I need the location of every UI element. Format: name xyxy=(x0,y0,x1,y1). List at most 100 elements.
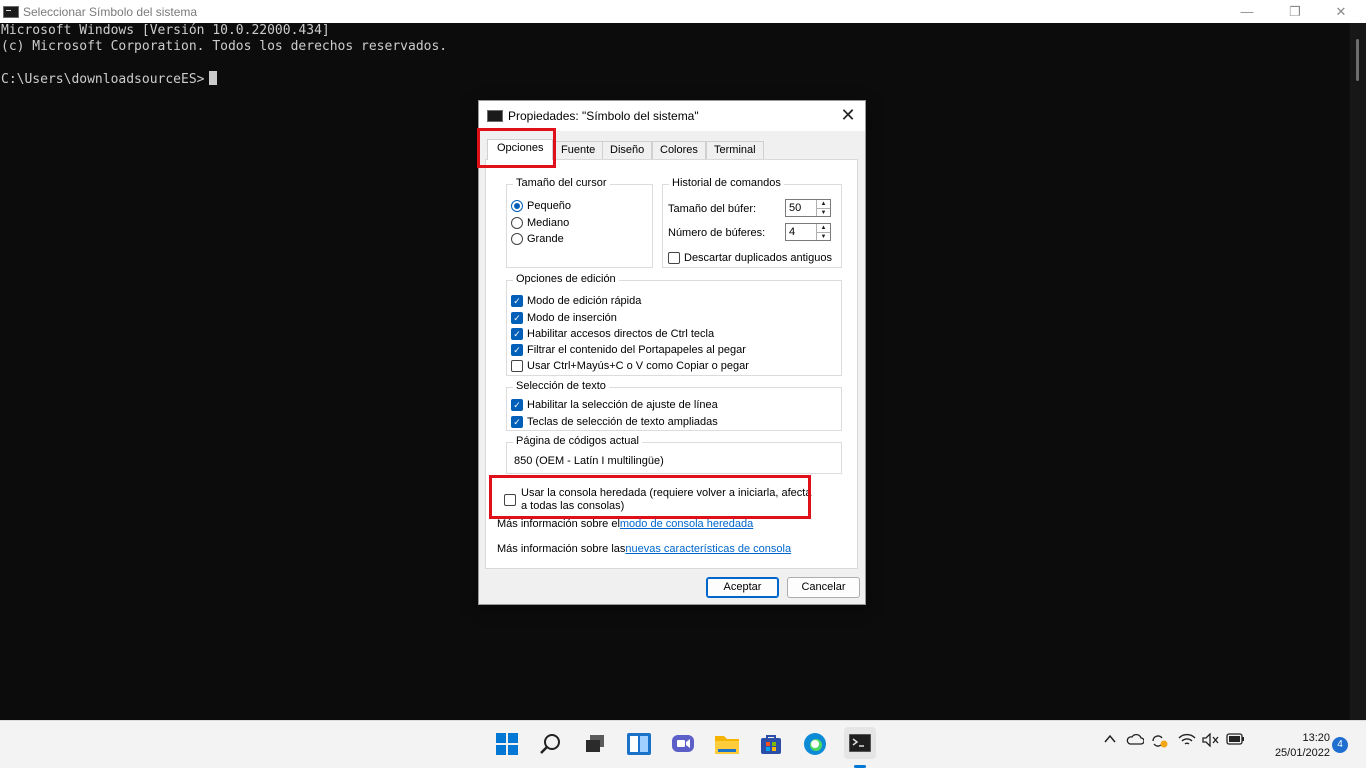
stepper-up-icon[interactable]: ▲ xyxy=(817,224,830,233)
task-view-icon[interactable] xyxy=(580,729,610,759)
legacy-console-label-line2: a todas las consolas) xyxy=(521,500,625,512)
checkbox-extended-selection-keys[interactable]: ✓ Teclas de selección de texto ampliadas xyxy=(511,415,718,429)
minimize-button[interactable]: — xyxy=(1224,0,1270,23)
checkmark-icon[interactable]: ✓ xyxy=(511,399,523,411)
buffer-size-stepper[interactable]: ▲▼ xyxy=(785,199,831,217)
discard-duplicates-checkbox[interactable]: Descartar duplicados antiguos xyxy=(668,251,832,265)
maximize-button[interactable]: ❐ xyxy=(1272,0,1318,23)
cursor-size-group: Tamaño del cursor Pequeño Mediano Grande xyxy=(506,177,653,268)
radio-grande-label: Grande xyxy=(527,233,564,245)
legacy-mode-link[interactable]: modo de consola heredada xyxy=(620,518,753,530)
checkbox-ctrl-shortcuts-label: Habilitar accesos directos de Ctrl tecla xyxy=(527,328,715,340)
scrollbar-thumb[interactable] xyxy=(1356,39,1359,81)
options-tab-panel: Tamaño del cursor Pequeño Mediano Grande… xyxy=(485,159,858,569)
windows-start-icon[interactable] xyxy=(492,729,522,759)
tab-terminal[interactable]: Terminal xyxy=(706,141,764,159)
tab-opciones[interactable]: Opciones xyxy=(487,139,554,160)
radio-mediano[interactable]: Mediano xyxy=(511,216,569,230)
checkbox-edicion-rapida[interactable]: ✓ Modo de edición rápida xyxy=(511,294,641,308)
tab-colores[interactable]: Colores xyxy=(652,141,706,159)
console-prompt-line: C:\Users\downloadsourceES> xyxy=(1,71,1350,88)
legacy-console-checkbox[interactable]: Usar la consola heredada (requiere volve… xyxy=(504,487,811,515)
checkbox-edicion-rapida-label: Modo de edición rápida xyxy=(527,295,642,307)
wifi-icon[interactable] xyxy=(1178,733,1196,750)
buffer-size-input[interactable] xyxy=(786,200,816,216)
dialog-close-button[interactable]: ✕ xyxy=(837,105,859,127)
store-icon[interactable] xyxy=(756,729,786,759)
tab-diseno[interactable]: Diseño xyxy=(602,141,653,159)
console-titlebar[interactable]: Seleccionar Símbolo del sistema xyxy=(0,0,1366,23)
cancel-button[interactable]: Cancelar xyxy=(787,577,860,598)
legacy-console-box[interactable] xyxy=(504,494,516,506)
checkbox-filter-clipboard-label: Filtrar el contenido del Portapapeles al… xyxy=(527,344,746,356)
console-line-copyright: (c) Microsoft Corporation. Todos los der… xyxy=(1,39,448,54)
checkmark-icon[interactable]: ✓ xyxy=(511,344,523,356)
update-icon[interactable] xyxy=(1150,733,1168,752)
new-features-link[interactable]: nuevas características de consola xyxy=(625,543,791,555)
properties-dialog: Propiedades: "Símbolo del sistema" ✕ Opc… xyxy=(478,100,866,605)
stepper-down-icon[interactable]: ▼ xyxy=(817,233,830,241)
volume-muted-icon[interactable] xyxy=(1202,732,1220,750)
chevron-up-icon[interactable] xyxy=(1104,733,1116,748)
taskbar: 13:20 25/01/2022 4 xyxy=(0,720,1366,768)
text-cursor xyxy=(208,71,217,85)
radio-pequeno[interactable]: Pequeño xyxy=(511,199,571,213)
tab-fuente[interactable]: Fuente xyxy=(553,141,604,159)
checkbox-ctrl-shift-copy-box[interactable] xyxy=(511,360,523,372)
onedrive-cloud-icon[interactable] xyxy=(1126,733,1145,748)
edit-options-label: Opciones de edición xyxy=(513,273,619,285)
checkbox-ctrl-shift-copy-label: Usar Ctrl+Mayús+C o V como Copiar o pega… xyxy=(527,360,749,372)
checkbox-filter-clipboard[interactable]: ✓ Filtrar el contenido del Portapapeles … xyxy=(511,343,746,357)
buffer-count-input[interactable] xyxy=(786,224,816,240)
widgets-icon[interactable] xyxy=(624,729,654,759)
codepage-group: Página de códigos actual 850 (OEM - Latí… xyxy=(506,435,842,474)
command-history-label: Historial de comandos xyxy=(669,177,784,189)
radio-mediano-button[interactable] xyxy=(511,217,523,229)
discard-duplicates-box[interactable] xyxy=(668,252,680,264)
checkmark-icon[interactable]: ✓ xyxy=(511,312,523,324)
file-explorer-icon[interactable] xyxy=(712,729,742,759)
system-clock[interactable]: 13:20 25/01/2022 xyxy=(1258,731,1330,761)
console-prompt: C:\Users\downloadsourceES> xyxy=(1,72,205,87)
dialog-titlebar[interactable]: Propiedades: "Símbolo del sistema" xyxy=(479,101,865,131)
buffer-count-label: Número de búferes: xyxy=(668,227,766,239)
checkbox-line-wrap-selection[interactable]: ✓ Habilitar la selección de ajuste de lí… xyxy=(511,398,718,412)
clock-time: 13:20 xyxy=(1302,732,1330,744)
checkbox-insercion-label: Modo de inserción xyxy=(527,312,617,324)
more-info-new-features-prefix: Más información sobre las xyxy=(497,543,626,555)
more-info-legacy: Más información sobre el modo de consola… xyxy=(497,517,753,531)
clock-date: 25/01/2022 xyxy=(1274,747,1330,759)
chat-icon[interactable] xyxy=(668,729,698,759)
radio-pequeno-button[interactable] xyxy=(511,200,523,212)
buffer-count-stepper[interactable]: ▲▼ xyxy=(785,223,831,241)
radio-grande-button[interactable] xyxy=(511,233,523,245)
checkbox-extended-selection-keys-label: Teclas de selección de texto ampliadas xyxy=(527,416,718,428)
edge-icon[interactable] xyxy=(800,729,830,759)
stepper-down-icon[interactable]: ▼ xyxy=(817,209,830,217)
accept-button[interactable]: Aceptar xyxy=(706,577,779,598)
checkmark-icon[interactable]: ✓ xyxy=(511,416,523,428)
battery-charging-icon[interactable] xyxy=(1226,733,1246,748)
legacy-console-label: Usar la consola heredada (requiere volve… xyxy=(521,487,811,513)
checkbox-ctrl-shift-copy[interactable]: Usar Ctrl+Mayús+C o V como Copiar o pega… xyxy=(511,359,749,373)
radio-mediano-label: Mediano xyxy=(527,217,570,229)
codepage-label: Página de códigos actual xyxy=(513,435,642,447)
console-app-icon xyxy=(3,5,19,18)
checkbox-ctrl-shortcuts[interactable]: ✓ Habilitar accesos directos de Ctrl tec… xyxy=(511,327,714,341)
console-app-icon xyxy=(487,110,503,122)
legacy-console-label-line1: Usar la consola heredada (requiere volve… xyxy=(521,487,812,499)
stepper-up-icon[interactable]: ▲ xyxy=(817,200,830,209)
checkmark-icon[interactable]: ✓ xyxy=(511,328,523,340)
notification-badge[interactable]: 4 xyxy=(1332,737,1348,753)
more-info-legacy-prefix: Más información sobre el xyxy=(497,518,620,530)
command-history-group: Historial de comandos Tamaño del búfer: … xyxy=(662,177,842,268)
close-button[interactable]: ✕ xyxy=(1318,0,1364,23)
console-scrollbar[interactable] xyxy=(1350,23,1366,720)
more-info-new-features: Más información sobre las nuevas caracte… xyxy=(497,542,791,556)
radio-grande[interactable]: Grande xyxy=(511,232,564,246)
search-icon[interactable] xyxy=(536,729,566,759)
checkmark-icon[interactable]: ✓ xyxy=(511,295,523,307)
terminal-icon[interactable] xyxy=(844,727,876,759)
buffer-size-label: Tamaño del búfer: xyxy=(668,203,757,215)
checkbox-insercion[interactable]: ✓ Modo de inserción xyxy=(511,311,617,325)
